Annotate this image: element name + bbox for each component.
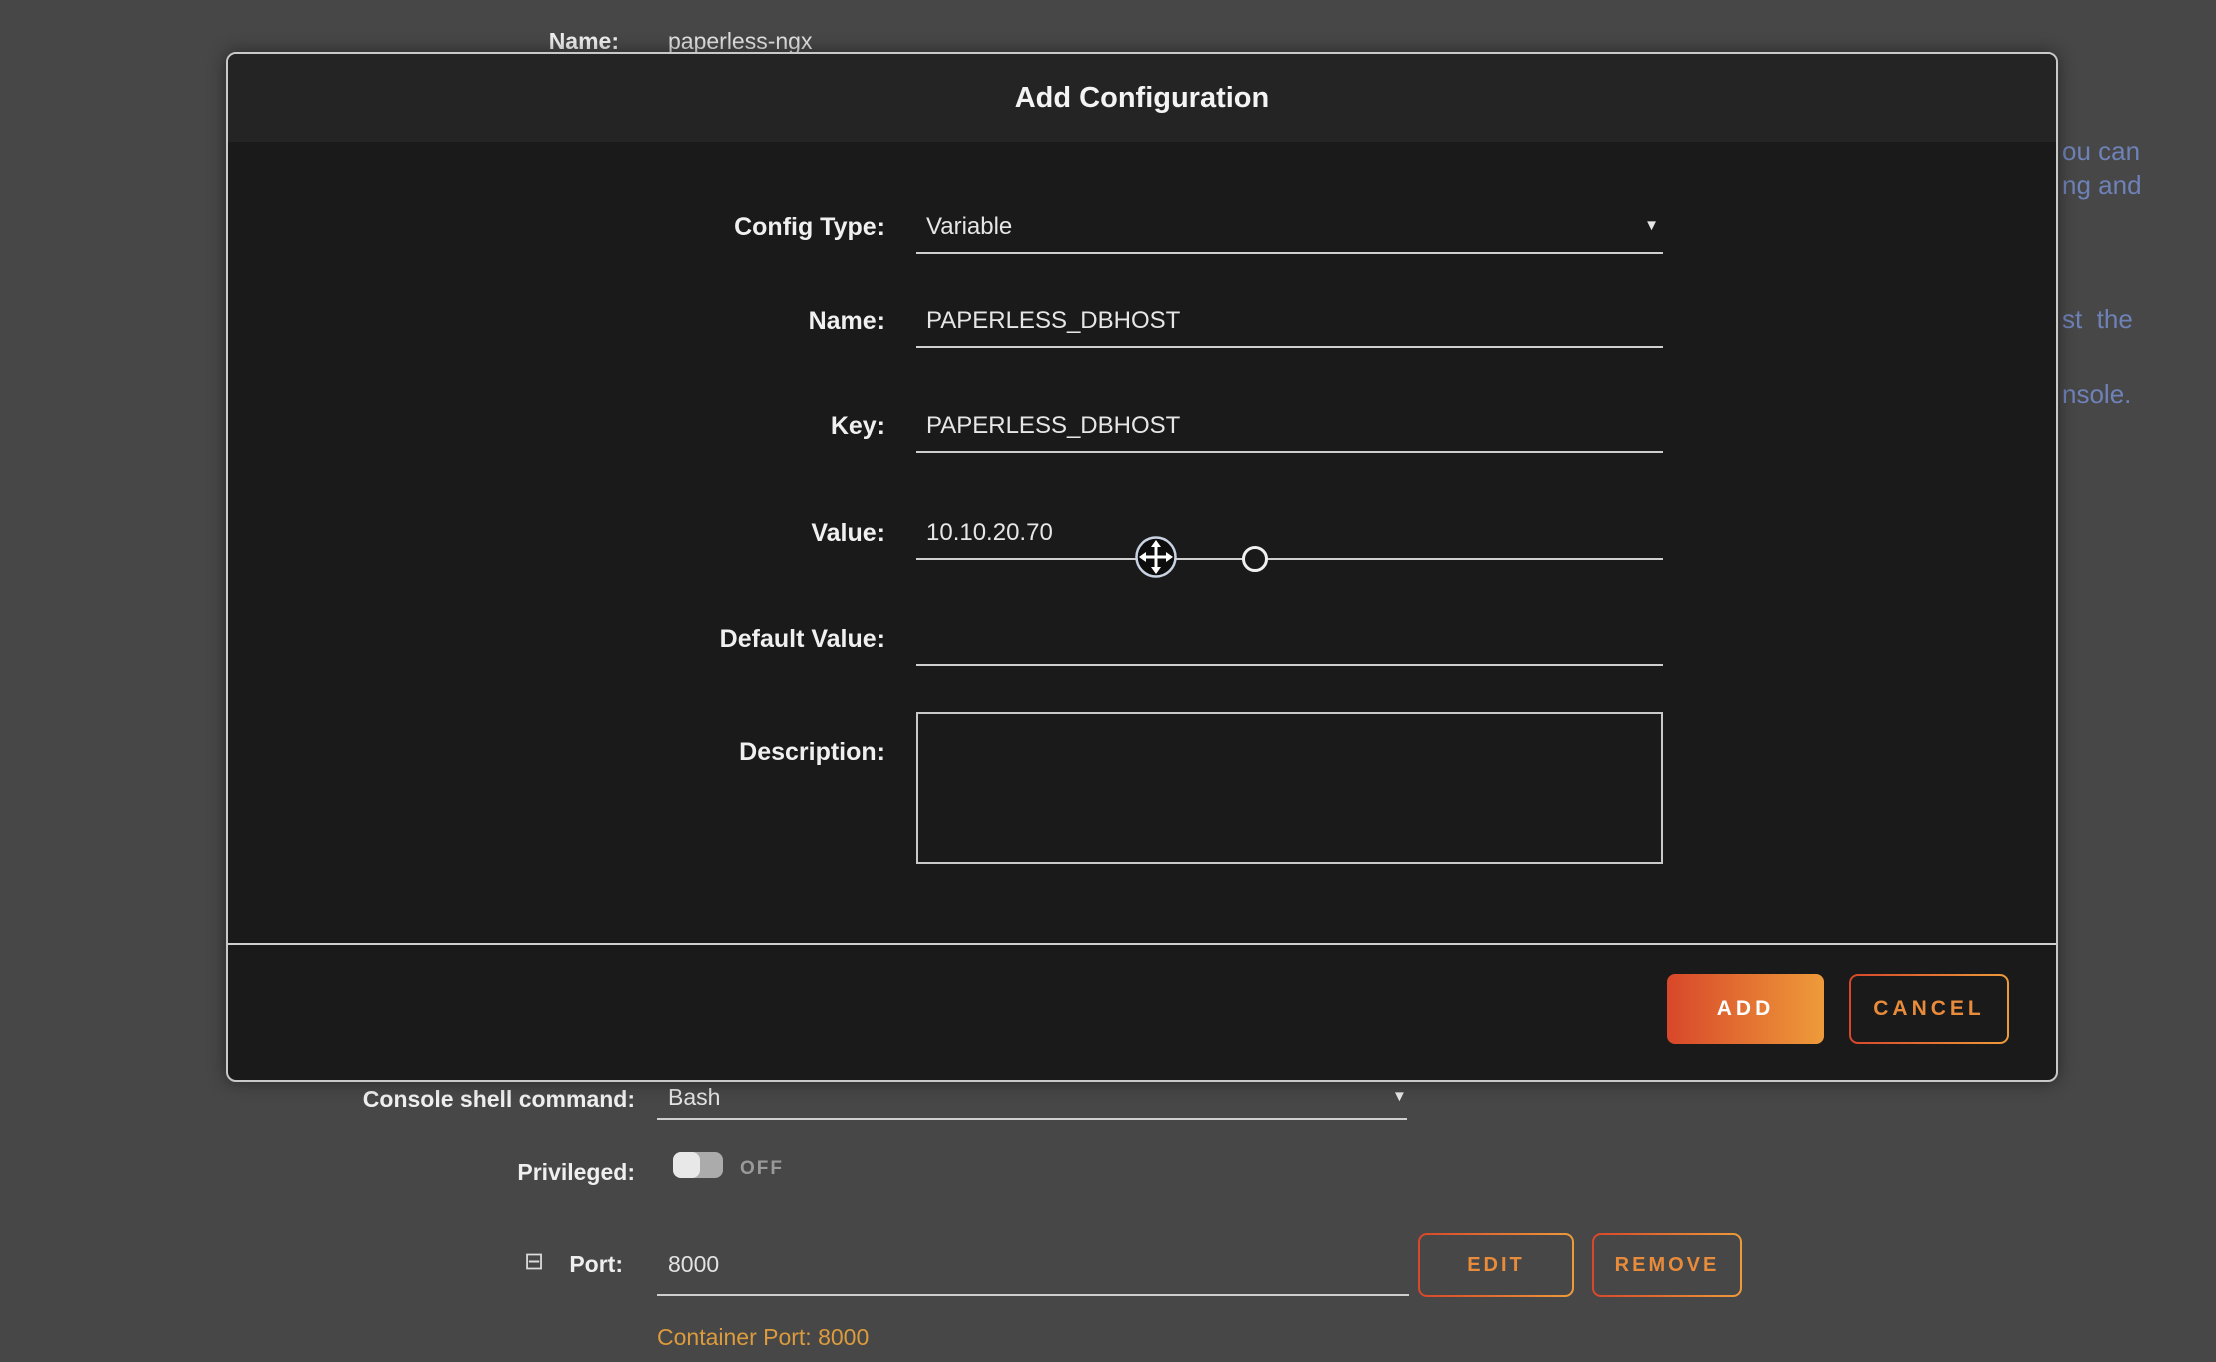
- screen: Name: paperless-ngx ou can ng and st the…: [0, 0, 2216, 1362]
- key-label: Key:: [228, 411, 926, 453]
- description-textarea[interactable]: [918, 714, 1661, 862]
- console-select-underline: [657, 1118, 1407, 1120]
- privileged-state-label: OFF: [740, 1158, 784, 1180]
- default-value-row: Default Value:: [228, 624, 2056, 666]
- description-label: Description:: [228, 737, 926, 767]
- dialog-header: Add Configuration: [228, 54, 2056, 142]
- key-row: Key:: [228, 411, 2056, 453]
- add-button[interactable]: ADD: [1667, 974, 1824, 1044]
- remove-button[interactable]: REMOVE: [1592, 1233, 1742, 1297]
- privileged-toggle[interactable]: [673, 1152, 723, 1178]
- footer-divider: [228, 943, 2056, 945]
- config-type-label: Config Type:: [228, 212, 926, 254]
- privileged-label: Privileged:: [400, 1159, 635, 1186]
- default-value-input[interactable]: [916, 624, 1663, 654]
- port-input-underline: [657, 1294, 1409, 1296]
- cancel-button[interactable]: CANCEL: [1849, 974, 2009, 1044]
- key-input[interactable]: [916, 411, 1663, 441]
- edit-button[interactable]: EDIT: [1418, 1233, 1574, 1297]
- value-input[interactable]: [916, 518, 1663, 548]
- name-row: Name:: [228, 306, 2056, 348]
- console-shell-command-label: Console shell command:: [300, 1086, 635, 1113]
- help-text-fragment: ng and: [2062, 170, 2142, 201]
- config-type-row: Config Type: Variable ▼: [228, 212, 2056, 254]
- description-box: [916, 712, 1663, 864]
- container-port-note: Container Port: 8000: [657, 1324, 869, 1351]
- value-label: Value:: [228, 518, 926, 560]
- circle-cursor-icon: [1242, 546, 1268, 572]
- bg-name-value[interactable]: paperless-ngx: [668, 28, 812, 55]
- bg-name-label: Name:: [449, 28, 619, 55]
- chevron-down-icon: ▼: [1644, 217, 1659, 234]
- move-cursor-icon: [1134, 535, 1178, 579]
- name-input[interactable]: [916, 306, 1663, 336]
- chevron-down-icon: ▼: [1392, 1088, 1407, 1105]
- help-text-fragment: nsole.: [2062, 379, 2131, 410]
- collapse-minus-icon[interactable]: ⊟: [524, 1250, 544, 1274]
- config-type-select[interactable]: Variable ▼: [916, 212, 1663, 254]
- help-text-fragment: st the: [2062, 304, 2133, 335]
- console-shell-command-select[interactable]: Bash: [668, 1084, 720, 1111]
- port-input[interactable]: 8000: [668, 1251, 719, 1278]
- name-label: Name:: [228, 306, 926, 348]
- port-label: Port:: [557, 1251, 623, 1278]
- toggle-knob: [673, 1152, 700, 1178]
- dialog-title: Add Configuration: [1015, 82, 1270, 115]
- default-value-label: Default Value:: [228, 624, 926, 666]
- help-text-fragment: ou can: [2062, 136, 2140, 167]
